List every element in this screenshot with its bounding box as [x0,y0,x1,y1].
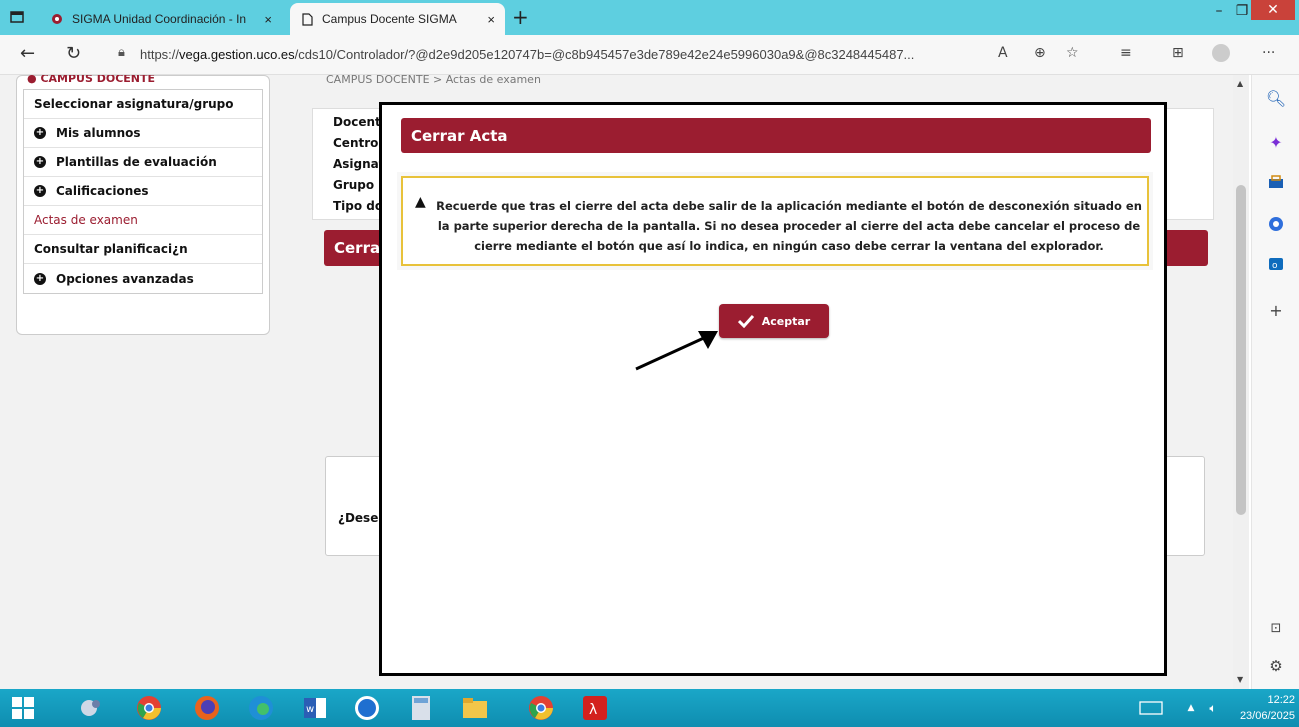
windows-taskbar: w λ ▲ 🔈︎ 12:22 23/06/2025 [0,689,1299,727]
zoom-icon[interactable]: ⊕ [1034,45,1046,61]
read-aloud-icon[interactable]: A [998,45,1008,61]
scroll-thumb[interactable] [1236,185,1246,515]
tab-actions-icon[interactable] [6,6,28,28]
sidebar-item-label: Opciones avanzadas [56,271,194,286]
sidebar-item-label: Actas de examen [34,213,138,227]
info-label: Grupo [333,178,375,192]
info-label: Centro [333,136,379,150]
checkmark-icon [737,314,754,328]
favorites-list-icon[interactable]: ≡ [1120,45,1132,61]
lock-icon[interactable]: 🔒︎ [118,45,125,60]
browser-tab-bar: SIGMA Unidad Coordinación - In × Campus … [0,0,1299,35]
windows-start-icon[interactable] [8,693,38,723]
sidebar-item-plantillas[interactable]: + Plantillas de evaluación [24,148,262,177]
sidebar-item-opciones[interactable]: + Opciones avanzadas [24,264,262,293]
svg-text:o: o [1272,261,1278,271]
collections-icon[interactable]: ⊞ [1172,45,1184,61]
tab-campus-docente[interactable]: Campus Docente SIGMA × [290,3,505,35]
sidebar-item-label: Mis alumnos [56,126,141,140]
globe-icon [50,12,64,26]
sidebar-toggle-icon[interactable]: ⊡ [1265,617,1287,639]
profile-avatar[interactable] [1212,44,1230,62]
tab-label: Campus Docente SIGMA [322,12,457,26]
clock-time: 12:22 [1267,694,1295,706]
plus-icon: + [34,185,46,197]
tab-label: SIGMA Unidad Coordinación - In [72,12,247,26]
new-tab-button[interactable]: + [512,5,529,29]
more-menu-icon[interactable]: ··· [1262,45,1275,61]
tab-sigma-coordinacion[interactable]: SIGMA Unidad Coordinación - In × [40,3,282,35]
clock-date: 23/06/2025 [1239,710,1295,722]
acrobat-icon[interactable]: λ [580,693,610,723]
outlook-icon[interactable]: o [1265,253,1287,275]
close-tab-icon[interactable]: × [264,12,272,27]
left-navigation: ● CAMPUS DOCENTE Seleccionar asignatura/… [16,75,270,335]
close-tab-icon[interactable]: × [487,12,495,27]
svg-text:λ: λ [589,702,597,718]
sidebar-header: ● CAMPUS DOCENTE [27,75,156,85]
favorite-star-icon[interactable]: ☆ [1066,45,1079,61]
warning-box: ▲ Recuerde que tras el cierre del acta d… [401,176,1149,266]
settings-gear-icon[interactable]: ⚙ [1265,655,1287,677]
sidebar-item-seleccionar[interactable]: Seleccionar asignatura/grupo [24,90,262,119]
sidebar-item-calificaciones[interactable]: + Calificaciones [24,177,262,206]
word-icon[interactable]: w [300,693,330,723]
copilot-icon[interactable]: ✦ [1265,131,1287,153]
add-icon[interactable]: + [1265,299,1287,321]
back-arrow-icon[interactable]: ← [20,43,35,64]
volume-icon[interactable]: 🔈︎ [1198,693,1228,723]
url-field[interactable]: https://vega.gestion.uco.es/cds10/Contro… [140,47,914,62]
pointer-arrow-annotation [635,331,718,371]
sidebar-item-actas[interactable]: Actas de examen [24,206,262,235]
address-bar: ← ↻ 🔒︎ https://vega.gestion.uco.es/cds10… [0,35,1299,75]
search-icon[interactable]: 🔍︎ [1265,87,1287,109]
close-acta-dialog: Cerrar Acta ▲ Recuerde que tras el cierr… [379,102,1167,676]
sidebar-item-mis-alumnos[interactable]: + Mis alumnos [24,119,262,148]
accept-button[interactable]: Aceptar [719,304,829,338]
svg-text:w: w [306,704,314,715]
snipping-tool-icon[interactable] [76,693,106,723]
edge-sidebar: 🔍︎ ✦ o + ⊡ ⚙ [1251,75,1299,689]
sidebar-menu: Seleccionar asignatura/grupo + Mis alumno… [23,89,263,294]
file-explorer-icon[interactable] [460,693,490,723]
breadcrumb: CAMPUS DOCENTE > Actas de examen [326,75,541,86]
url-host: vega.gestion.uco.es [179,47,295,62]
warning-icon: ▲ [415,194,426,210]
plus-icon: + [34,156,46,168]
calculator-icon[interactable] [406,693,436,723]
warning-text: Recuerde que tras el cierre del acta deb… [436,199,1142,253]
dialog-title: Cerrar Acta [401,118,1151,153]
edge-icon[interactable] [246,693,276,723]
system-clock[interactable]: 12:22 23/06/2025 [1240,692,1295,724]
firefox-icon[interactable] [192,693,222,723]
shopping-icon[interactable] [1265,171,1287,193]
window-close-button[interactable]: ✕ [1251,0,1295,20]
scroll-up-icon[interactable]: ▲ [1237,79,1243,88]
url-path: /cds10/Controlador/?@d2e9d205e120747b=@c… [294,47,915,62]
chrome-icon-2[interactable] [526,693,556,723]
office-icon[interactable] [1265,213,1287,235]
sidebar-item-label: Seleccionar asignatura/grupo [34,97,234,111]
plus-icon: + [34,272,46,285]
page-scrollbar[interactable]: ▲ ▼ [1233,75,1249,689]
scroll-down-icon[interactable]: ▼ [1237,675,1243,684]
refresh-icon[interactable]: ↻ [66,43,81,64]
teamviewer-icon[interactable] [352,693,382,723]
plus-icon: + [34,127,46,139]
page-icon [300,12,314,26]
keyboard-icon[interactable] [1136,693,1166,723]
sidebar-item-label: Consultar planificaci¿n [34,242,188,256]
url-prefix: https:// [140,47,180,62]
sidebar-item-planificacion[interactable]: Consultar planificaci¿n [24,235,262,264]
accept-label: Aceptar [761,314,811,328]
sidebar-item-label: Calificaciones [56,184,149,198]
sidebar-item-label: Plantillas de evaluación [56,155,217,169]
chrome-icon[interactable] [134,693,164,723]
